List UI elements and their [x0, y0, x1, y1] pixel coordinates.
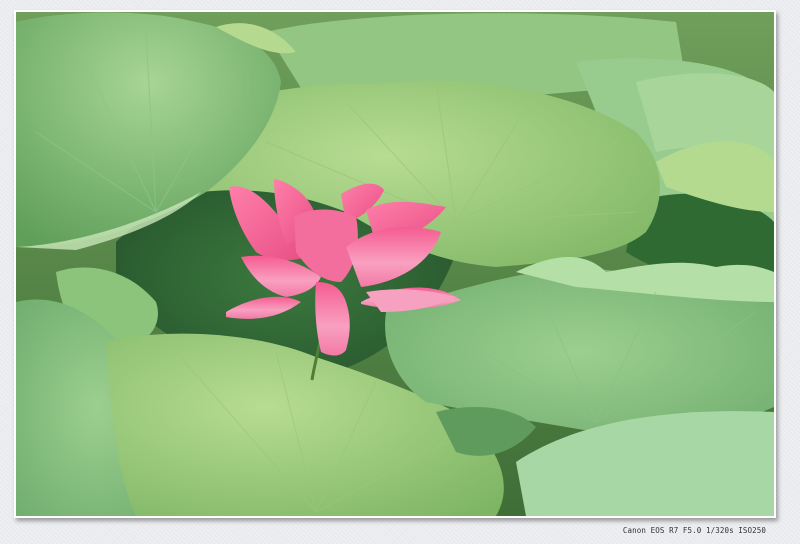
- lotus-photo: [16, 12, 774, 516]
- photo-frame: [14, 10, 776, 518]
- camera-settings-caption: Canon EOS R7 F5.0 1/320s ISO250: [622, 526, 766, 535]
